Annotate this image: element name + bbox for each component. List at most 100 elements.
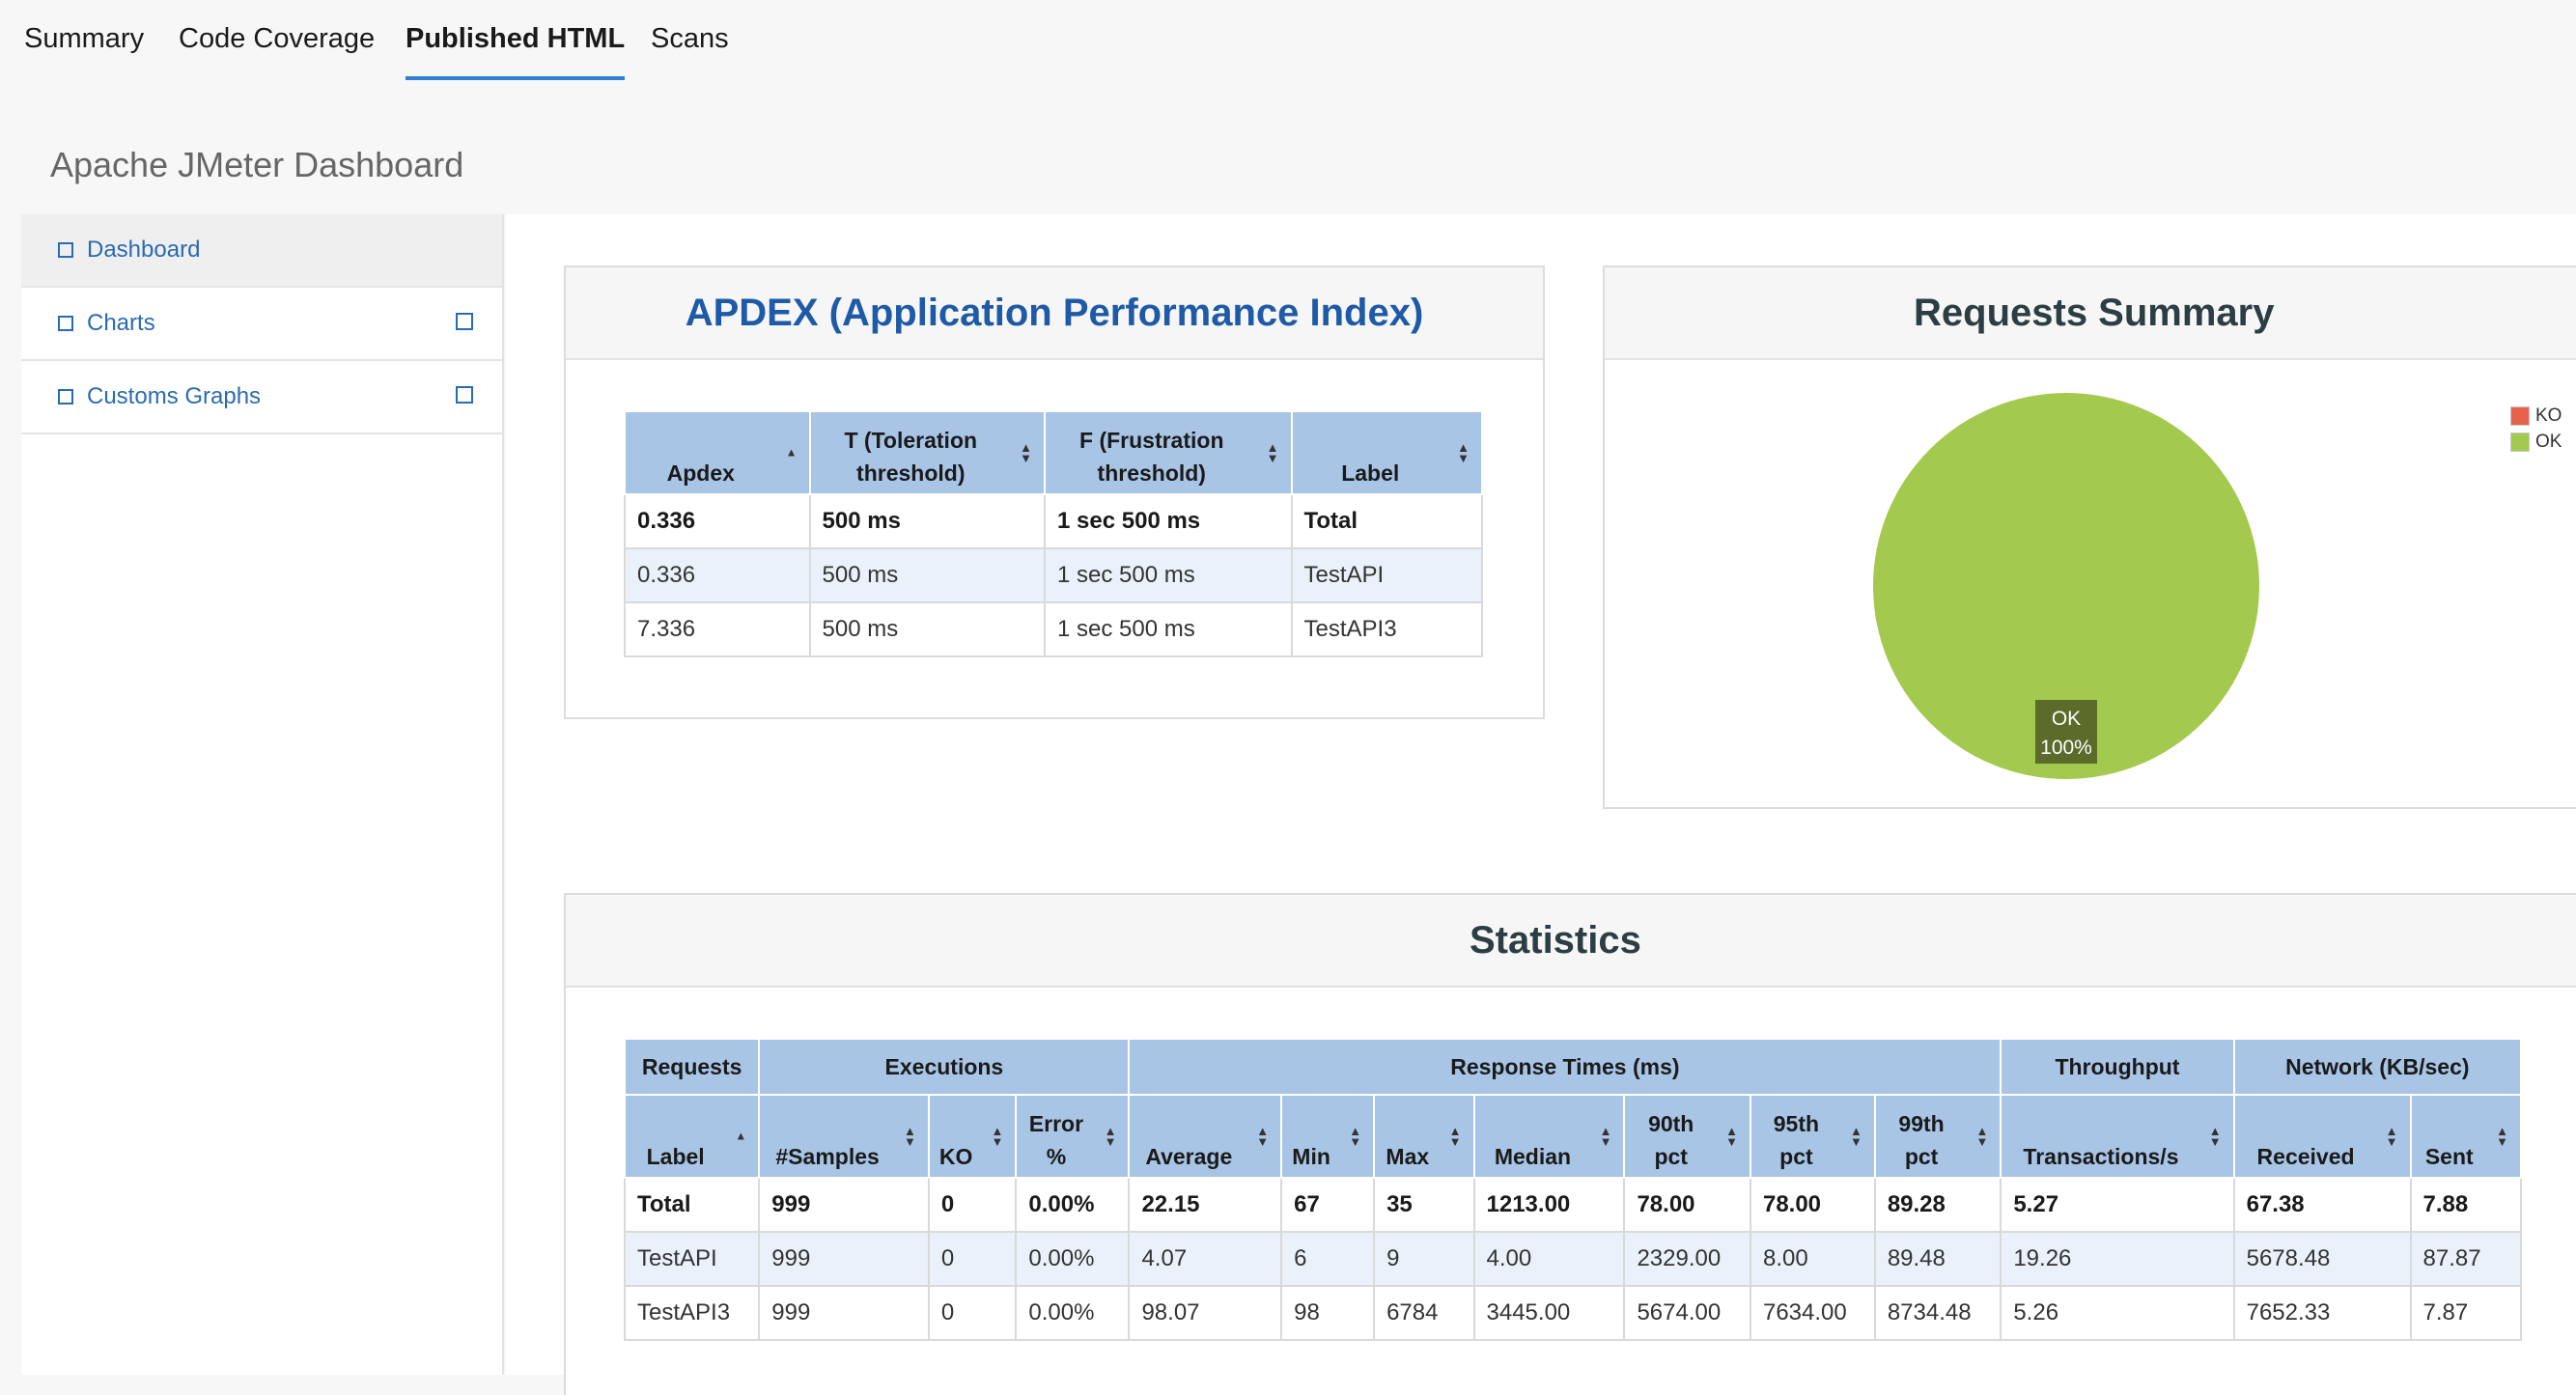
column-header[interactable]: 95th pct ▲ ▼	[1749, 1094, 1876, 1179]
column-header[interactable]: Received ▲ ▼	[2232, 1094, 2412, 1179]
square-icon	[58, 316, 73, 331]
table-cell: 6784	[1373, 1285, 1475, 1341]
table-cell: 89.48	[1873, 1231, 2002, 1287]
table-row: 0.336 500 ms 1 sec 500 ms TestAPI	[624, 547, 1483, 603]
sidebar-item-customs-graphs[interactable]: Customs Graphs	[21, 361, 502, 434]
header-label: T (Toleration	[844, 428, 978, 453]
column-header[interactable]: Median ▲ ▼	[1472, 1094, 1626, 1179]
table-cell: 7.88	[2409, 1177, 2523, 1233]
table-cell: 22.15	[1128, 1177, 1283, 1233]
table-cell: 999	[758, 1285, 930, 1341]
table-cell: 500 ms	[808, 493, 1047, 549]
pie-label-text: 100%	[2040, 737, 2092, 759]
table-row: 0.336 500 ms 1 sec 500 ms Total	[624, 493, 1483, 549]
sort-icon: ▲ ▼	[1266, 440, 1279, 465]
table-row: 7.336 500 ms 1 sec 500 ms TestAPI3	[624, 601, 1483, 657]
table-cell: TestAPI	[1290, 547, 1483, 603]
column-header[interactable]: Sent ▲ ▼	[2409, 1094, 2523, 1179]
tab-summary[interactable]: Summary	[24, 23, 144, 76]
table-cell: 35	[1373, 1177, 1475, 1233]
apdex-panel: APDEX (Application Performance Index) Ap…	[564, 265, 1545, 719]
legend-swatch	[2510, 432, 2530, 452]
expand-icon[interactable]	[456, 313, 473, 330]
header-label: F (Frustration	[1079, 428, 1224, 453]
table-cell: 500 ms	[808, 601, 1047, 657]
requests-pie-chart: OK 100%	[1873, 393, 2259, 779]
table-cell: 0.00%	[1015, 1177, 1131, 1233]
tab-code-coverage[interactable]: Code Coverage	[179, 23, 375, 76]
column-header[interactable]: 90th pct ▲ ▼	[1623, 1094, 1751, 1179]
apdex-title: APDEX (Application Performance Index)	[566, 267, 1543, 360]
requests-summary-title: Requests Summary	[1605, 267, 2576, 360]
table-cell: 5.27	[2000, 1177, 2235, 1233]
header-label: Min	[1292, 1144, 1330, 1169]
sidebar-item-dashboard[interactable]: Dashboard	[21, 214, 502, 288]
legend-item-ko[interactable]: KO	[2510, 403, 2562, 429]
sort-icon: ▲ ▼	[991, 1124, 1004, 1149]
table-cell: 7634.00	[1749, 1285, 1876, 1341]
column-group-header: Executions	[758, 1038, 1131, 1096]
header-label: Error	[1028, 1111, 1084, 1136]
header-label: Average	[1145, 1144, 1233, 1169]
legend-label: OK	[2535, 431, 2562, 452]
table-cell: TestAPI3	[1290, 601, 1483, 657]
table-cell: 89.28	[1873, 1177, 2002, 1233]
sort-icon: ▲ ▼	[1725, 1124, 1738, 1149]
table-cell: 67	[1280, 1177, 1376, 1233]
sidebar-item-label: Customs Graphs	[87, 383, 262, 409]
column-header[interactable]: T (Toleration threshold) ▲ ▼	[808, 410, 1047, 495]
header-label: KO	[938, 1144, 973, 1169]
header-label: pct	[1779, 1144, 1813, 1169]
column-header[interactable]: KO ▲ ▼	[927, 1094, 1018, 1179]
header-label: 95th	[1773, 1111, 1820, 1136]
column-group-header: Response Times (ms)	[1128, 1038, 2002, 1096]
sort-icon: ▲ ▼	[1448, 1124, 1462, 1149]
table-cell: 78.00	[1749, 1177, 1876, 1233]
column-header[interactable]: Label ▲	[623, 1094, 761, 1179]
table-cell: Total	[1290, 493, 1483, 549]
table-cell: 87.87	[2409, 1231, 2523, 1287]
table-row: TestAPI 999 0 0.00% 4.07 6 9 4.00 2329.00 8.00 89.…	[623, 1231, 2523, 1287]
table-cell: 98	[1280, 1285, 1376, 1341]
tab-published-html[interactable]: Published HTML	[406, 23, 626, 80]
column-header[interactable]: Max ▲ ▼	[1373, 1094, 1475, 1179]
expand-icon[interactable]	[456, 386, 473, 404]
table-cell: 1213.00	[1472, 1177, 1626, 1233]
header-label: threshold)	[856, 460, 966, 486]
column-group-header: Requests	[623, 1038, 761, 1096]
table-cell: 19.26	[2000, 1231, 2235, 1287]
sidebar-item-label: Dashboard	[87, 237, 201, 263]
legend-item-ok[interactable]: OK	[2510, 429, 2562, 455]
pie-data-label: OK 100%	[2035, 700, 2097, 764]
column-header[interactable]: Transactions/s ▲ ▼	[2000, 1094, 2235, 1179]
sort-ascending-icon: ▲	[785, 445, 798, 460]
header-label: pct	[1654, 1144, 1688, 1169]
statistics-table: Requests Executions Response Times (ms) Thr…	[623, 1038, 2523, 1341]
legend-swatch	[2510, 405, 2530, 426]
sidebar: Dashboard Charts Customs Graphs	[21, 214, 504, 1375]
table-cell: 4.00	[1472, 1231, 1626, 1287]
header-label: %	[1046, 1144, 1067, 1169]
header-label: pct	[1904, 1144, 1939, 1169]
table-cell: TestAPI3	[623, 1285, 761, 1341]
sidebar-item-charts[interactable]: Charts	[21, 288, 502, 361]
column-header[interactable]: 99th pct ▲ ▼	[1873, 1094, 2002, 1179]
column-header[interactable]: Min ▲ ▼	[1280, 1094, 1376, 1179]
sort-icon: ▲ ▼	[1599, 1124, 1612, 1149]
column-header[interactable]: Label ▲ ▼	[1290, 410, 1483, 495]
column-header[interactable]: F (Frustration threshold) ▲ ▼	[1044, 410, 1293, 495]
column-header[interactable]: Average ▲ ▼	[1128, 1094, 1283, 1179]
table-cell: 0.336	[624, 493, 811, 549]
table-cell: 8734.48	[1873, 1285, 2002, 1341]
column-header[interactable]: Apdex ▲	[624, 410, 811, 495]
tab-scans[interactable]: Scans	[651, 23, 729, 76]
table-cell: 67.38	[2232, 1177, 2412, 1233]
table-cell: 6	[1280, 1231, 1376, 1287]
table-cell: 7.87	[2409, 1285, 2523, 1341]
header-label: Label	[646, 1144, 705, 1169]
column-header[interactable]: #Samples ▲ ▼	[758, 1094, 930, 1179]
column-header[interactable]: Error% ▲ ▼	[1015, 1094, 1131, 1179]
header-label: 90th	[1648, 1111, 1694, 1136]
main-content: APDEX (Application Performance Index) Ap…	[506, 214, 2576, 1395]
page-title: Apache JMeter Dashboard	[50, 145, 464, 184]
